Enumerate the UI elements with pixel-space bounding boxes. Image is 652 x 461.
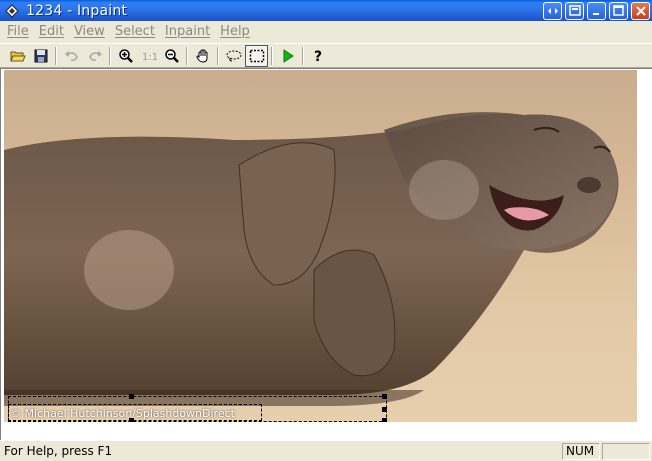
seal-image (4, 112, 619, 406)
maximize-button[interactable] (609, 1, 628, 20)
toolbar-separator (109, 46, 111, 65)
image-credit-watermark: © Michael Hutchinson/SplashdownDirect (10, 407, 235, 420)
window-title: 1234 - Inpaint (26, 2, 128, 19)
resize-arrows-icon[interactable] (543, 1, 562, 20)
maximize-icon (613, 5, 624, 16)
status-num-indicator: NUM (562, 442, 600, 460)
menu-view[interactable]: View (69, 22, 110, 42)
open-folder-icon[interactable] (6, 45, 29, 67)
hand-pan-icon[interactable] (191, 45, 214, 67)
zoom-in-icon[interactable] (114, 45, 137, 67)
close-icon (635, 5, 646, 16)
rect-select-icon[interactable] (245, 44, 268, 67)
menu-select[interactable]: Select (110, 22, 160, 42)
toolbar-separator (186, 46, 188, 65)
zoom-out-icon[interactable] (160, 45, 183, 67)
seal-photo[interactable]: © Michael Hutchinson/SplashdownDirect (4, 70, 637, 422)
help-icon[interactable]: ? (307, 45, 330, 67)
menu-file[interactable]: File (2, 22, 34, 42)
selection-handle[interactable] (382, 418, 387, 422)
selection-handle[interactable] (382, 394, 387, 399)
selection-handle[interactable] (382, 407, 387, 412)
run-inpaint-icon[interactable] (276, 45, 299, 67)
svg-text:1:1: 1:1 (142, 52, 157, 63)
restore-pages-icon[interactable] (565, 1, 584, 20)
close-button[interactable] (631, 1, 650, 20)
toolbar-separator (55, 46, 57, 65)
undo-icon[interactable] (60, 45, 83, 67)
toolbar-separator (302, 46, 304, 65)
minimize-icon (592, 12, 599, 15)
status-help-text: For Help, press F1 (4, 444, 113, 458)
menu-edit[interactable]: Edit (34, 22, 69, 42)
window-controls (543, 0, 650, 21)
save-disk-icon[interactable] (29, 45, 52, 67)
title-bar[interactable]: 1234 - Inpaint (0, 0, 652, 21)
redo-icon[interactable] (83, 45, 106, 67)
menu-help[interactable]: Help (215, 22, 255, 42)
inpaint-diamond-icon[interactable] (4, 3, 20, 19)
menu-bar: File Edit View Select Inpaint Help (0, 21, 652, 43)
toolbar-separator (271, 46, 273, 65)
toolbar-separator (217, 46, 219, 65)
selection-handle[interactable] (129, 394, 134, 399)
status-bar: For Help, press F1 NUM (0, 440, 652, 461)
status-extra-pane (602, 442, 650, 460)
toolbar: 1:1 ? (0, 43, 652, 68)
svg-text:?: ? (314, 49, 322, 64)
minimize-button[interactable] (587, 1, 606, 20)
image-canvas[interactable]: © Michael Hutchinson/SplashdownDirect (0, 68, 652, 440)
actual-size-icon[interactable]: 1:1 (137, 45, 160, 67)
menu-inpaint[interactable]: Inpaint (160, 22, 215, 42)
lasso-icon[interactable] (222, 45, 245, 67)
